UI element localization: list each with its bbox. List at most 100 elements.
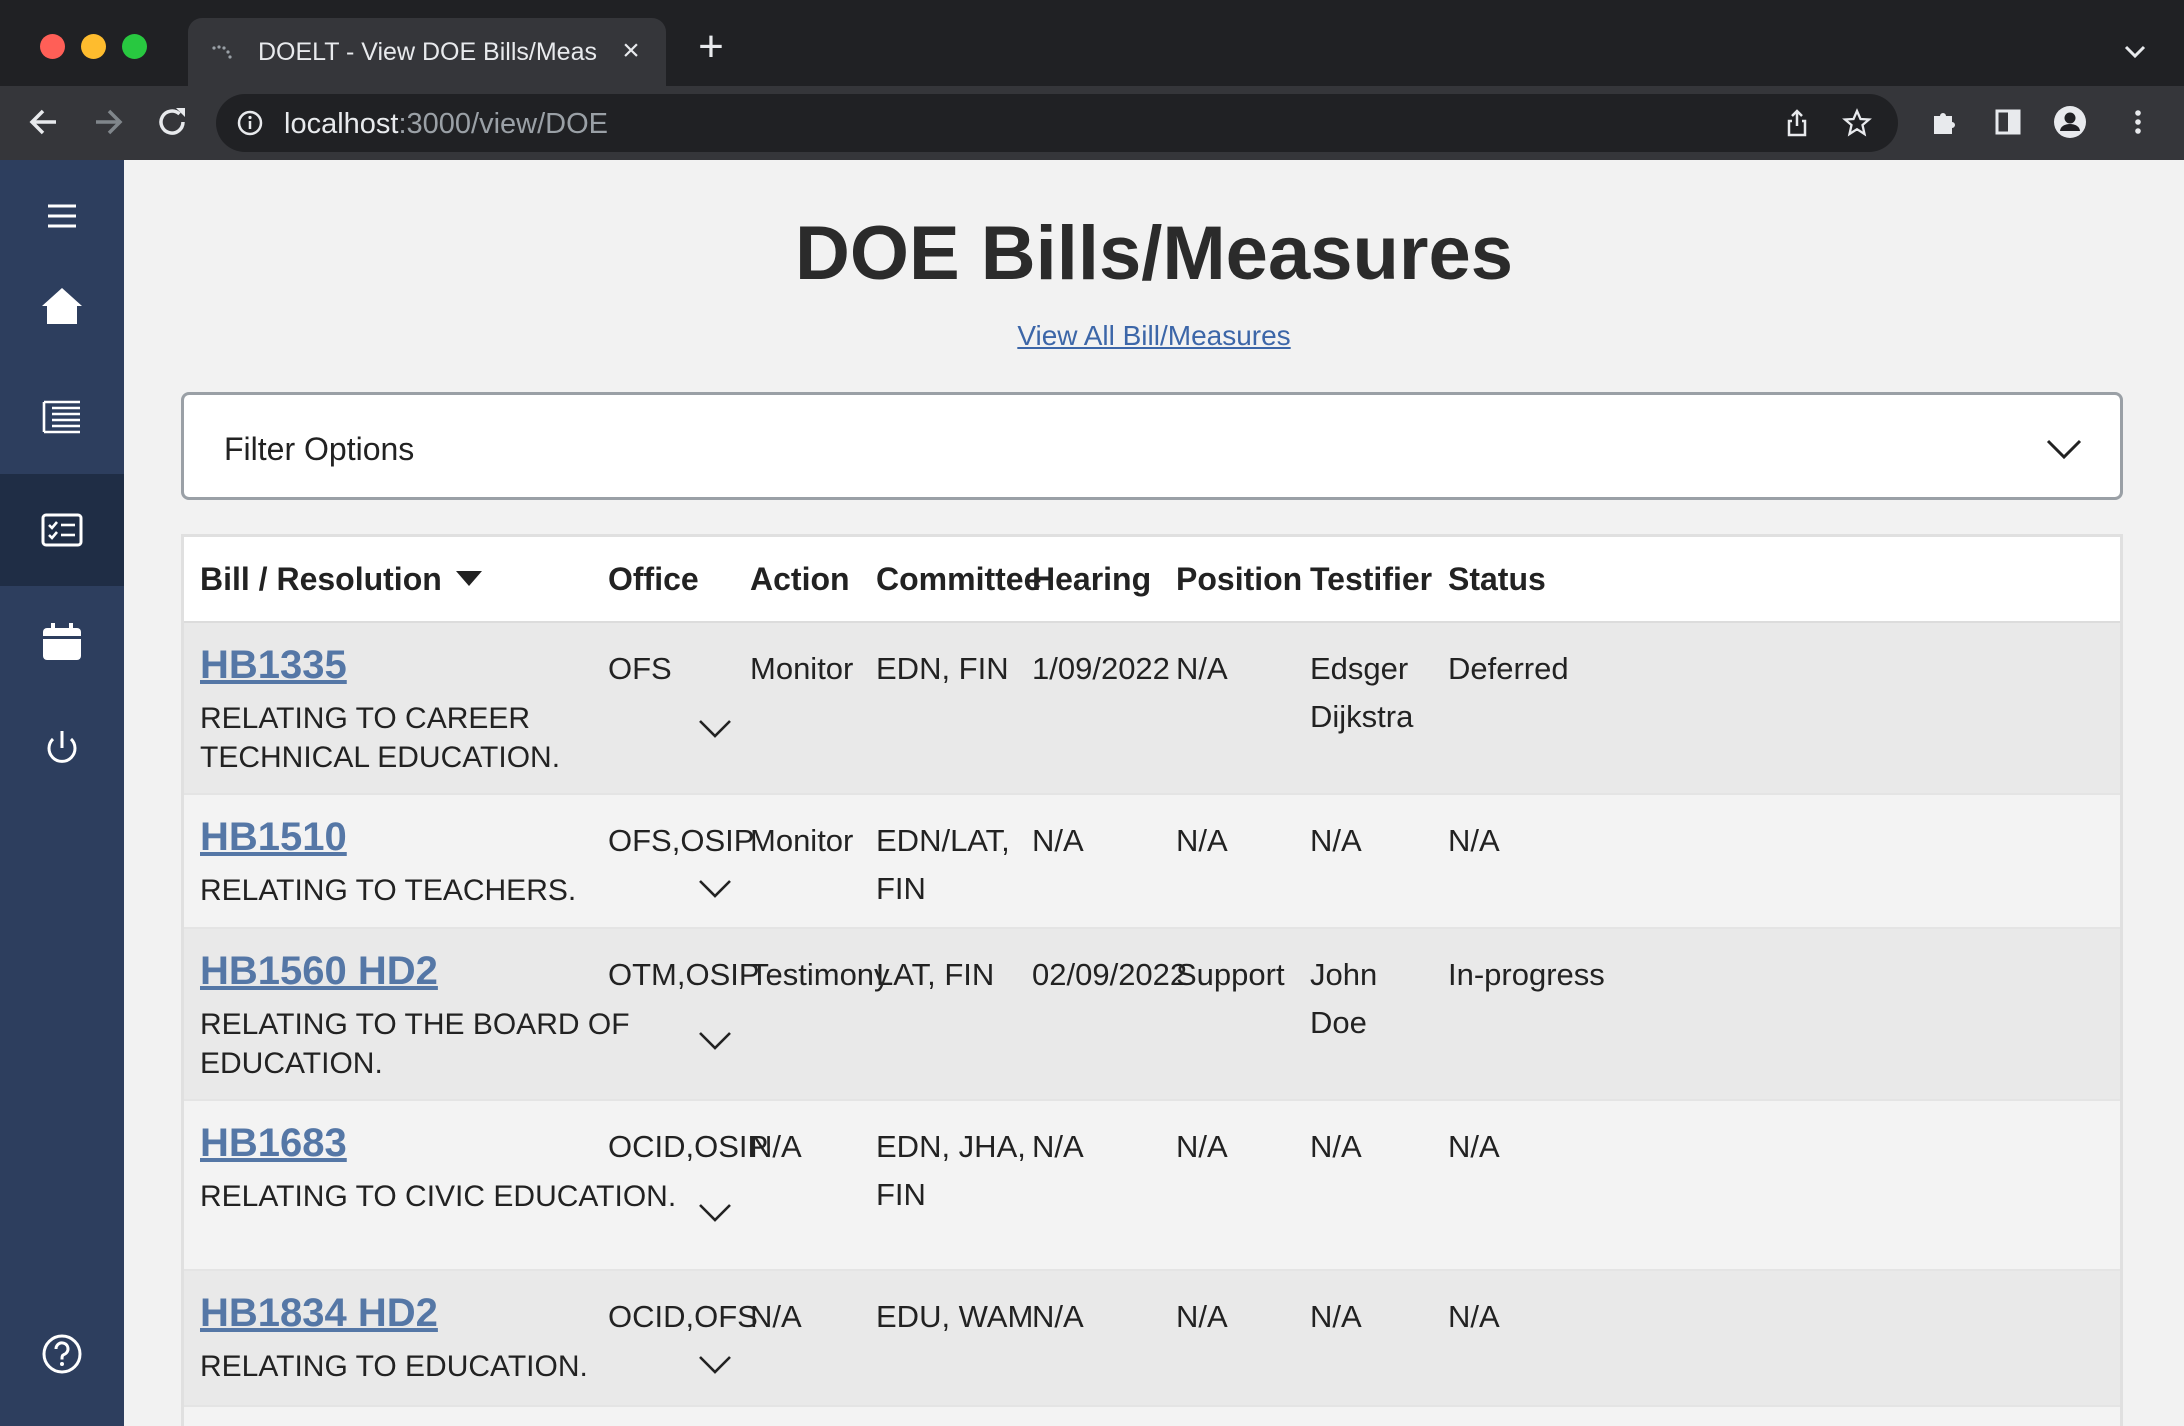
cell-action: Testimony	[750, 957, 890, 992]
sidebar-item-home[interactable]	[0, 250, 124, 362]
cell-status: In-progress	[1448, 957, 1605, 992]
help-icon	[42, 1334, 82, 1374]
filter-options-label: Filter Options	[224, 431, 415, 467]
table-row[interactable]: HB1834 HD2 RELATING TO EDUCATION. OCID,O…	[184, 1271, 2120, 1407]
cell-committee: EDN, FIN	[876, 651, 1009, 686]
cell-status: N/A	[1448, 1129, 1500, 1164]
new-tab-button[interactable]: +	[692, 25, 730, 69]
main-content: DOE Bills/Measures View All Bill/Measure…	[124, 160, 2184, 1426]
bills-table: Bill / Resolution Office Action Committe…	[181, 534, 2123, 1426]
chevron-down-icon[interactable]	[696, 709, 734, 747]
header-status[interactable]: Status	[1448, 561, 1546, 598]
cell-testifier: John Doe	[1310, 957, 1378, 1040]
browser-tab[interactable]: DOELT - View DOE Bills/Measures ×	[188, 18, 666, 86]
hamburger-menu-icon	[48, 204, 76, 228]
bill-link[interactable]: HB1335	[200, 643, 347, 688]
reload-icon[interactable]	[152, 102, 192, 142]
home-icon	[42, 288, 82, 324]
chevron-down-icon[interactable]	[696, 1021, 734, 1059]
sidebar-item-checklist[interactable]	[0, 474, 124, 586]
header-bill-resolution[interactable]: Bill / Resolution	[200, 561, 482, 598]
cell-position: N/A	[1176, 651, 1228, 686]
sort-descending-icon	[455, 571, 482, 586]
loading-favicon-icon	[212, 45, 232, 59]
close-window-button[interactable]	[40, 34, 65, 59]
cell-office: OFS	[608, 651, 672, 686]
url-host: localhost	[284, 108, 399, 140]
filter-options-accordion[interactable]: Filter Options	[181, 392, 2123, 500]
site-info-icon[interactable]	[236, 109, 264, 137]
table-row[interactable]	[184, 1407, 2120, 1426]
table-header: Bill / Resolution Office Action Committe…	[184, 537, 2120, 623]
header-testifier[interactable]: Testifier	[1310, 561, 1432, 598]
cell-committee: EDN, JHA, FIN	[876, 1129, 1026, 1212]
side-panel-icon[interactable]	[1990, 104, 2026, 140]
checklist-icon	[41, 513, 83, 547]
browser-toolbar: localhost:3000/view/DOE	[0, 86, 2184, 160]
power-icon	[47, 731, 77, 763]
sidebar-item-help[interactable]	[0, 1298, 124, 1410]
maximize-window-button[interactable]	[122, 34, 147, 59]
chevron-down-icon[interactable]	[696, 1193, 734, 1231]
cell-committee: EDU, WAM	[876, 1299, 1034, 1334]
tab-close-icon[interactable]: ×	[616, 36, 646, 66]
cell-position: N/A	[1176, 823, 1228, 858]
bill-title: RELATING TO TEACHERS.	[200, 874, 577, 907]
cell-action: N/A	[750, 1129, 802, 1164]
cell-hearing: 02/09/2022	[1032, 957, 1188, 992]
bill-link[interactable]: HB1683	[200, 1121, 347, 1166]
cell-office: OTM,OSIP	[608, 957, 760, 992]
cell-action: Monitor	[750, 651, 854, 686]
profile-avatar-icon[interactable]	[2052, 104, 2088, 140]
bill-title: RELATING TO CIVIC EDUCATION.	[200, 1180, 677, 1213]
bookmark-star-icon[interactable]	[1842, 108, 1872, 138]
table-row[interactable]: HB1510 RELATING TO TEACHERS. OFS,OSIP Mo…	[184, 795, 2120, 929]
bill-link[interactable]: HB1560 HD2	[200, 949, 438, 994]
list-icon	[42, 400, 80, 434]
sidebar-item-calendar[interactable]	[0, 586, 124, 698]
cell-hearing: N/A	[1032, 1129, 1084, 1164]
app-root: DOE Bills/Measures View All Bill/Measure…	[0, 160, 2184, 1426]
chevron-down-icon[interactable]	[696, 869, 734, 907]
cell-position: N/A	[1176, 1299, 1228, 1334]
browser-menu-kebab-icon[interactable]	[2120, 104, 2156, 140]
cell-position: Support	[1176, 957, 1285, 992]
tab-search-chevron-icon[interactable]	[2120, 36, 2150, 66]
cell-action: Monitor	[750, 823, 854, 858]
forward-arrow-icon[interactable]	[88, 102, 128, 142]
header-office[interactable]: Office	[608, 561, 699, 598]
url-text: localhost:3000/view/DOE	[284, 108, 608, 141]
table-row[interactable]: HB1560 HD2 RELATING TO THE BOARD OF EDUC…	[184, 929, 2120, 1101]
bill-title: RELATING TO THE BOARD OF EDUCATION.	[200, 1008, 630, 1080]
bill-title: RELATING TO CAREER TECHNICAL EDUCATION.	[200, 702, 561, 774]
back-arrow-icon[interactable]	[24, 102, 64, 142]
view-all-bills-link[interactable]: View All Bill/Measures	[124, 320, 2184, 352]
chevron-down-icon[interactable]	[696, 1345, 734, 1383]
cell-hearing: N/A	[1032, 823, 1084, 858]
minimize-window-button[interactable]	[81, 34, 106, 59]
cell-action: N/A	[750, 1299, 802, 1334]
table-row[interactable]: HB1683 RELATING TO CIVIC EDUCATION. OCID…	[184, 1101, 2120, 1271]
header-position[interactable]: Position	[1176, 561, 1302, 598]
cell-committee: EDN/LAT, FIN	[876, 823, 1010, 906]
tab-title: DOELT - View DOE Bills/Measures	[258, 38, 598, 66]
header-committee[interactable]: Committee	[876, 561, 1041, 598]
header-action[interactable]: Action	[750, 561, 850, 598]
header-hearing[interactable]: Hearing	[1032, 561, 1151, 598]
cell-hearing: 1/09/2022	[1032, 651, 1170, 686]
cell-testifier: N/A	[1310, 1129, 1362, 1164]
header-bill-label: Bill / Resolution	[200, 561, 442, 597]
share-icon[interactable]	[1782, 108, 1812, 138]
address-bar[interactable]: localhost:3000/view/DOE	[216, 94, 1898, 152]
sidebar-item-logout[interactable]	[0, 692, 124, 804]
extensions-puzzle-icon[interactable]	[1926, 104, 1962, 140]
bill-link[interactable]: HB1834 HD2	[200, 1291, 438, 1336]
bill-link[interactable]: HB1510	[200, 815, 347, 860]
sidebar-item-list[interactable]	[0, 362, 124, 474]
cell-testifier: N/A	[1310, 1299, 1362, 1334]
cell-office: OCID,OFS	[608, 1299, 758, 1334]
cell-office: OFS,OSIP	[608, 823, 755, 858]
cell-position: N/A	[1176, 1129, 1228, 1164]
cell-hearing: N/A	[1032, 1299, 1084, 1334]
table-row[interactable]: HB1335 RELATING TO CAREER TECHNICAL EDUC…	[184, 623, 2120, 795]
